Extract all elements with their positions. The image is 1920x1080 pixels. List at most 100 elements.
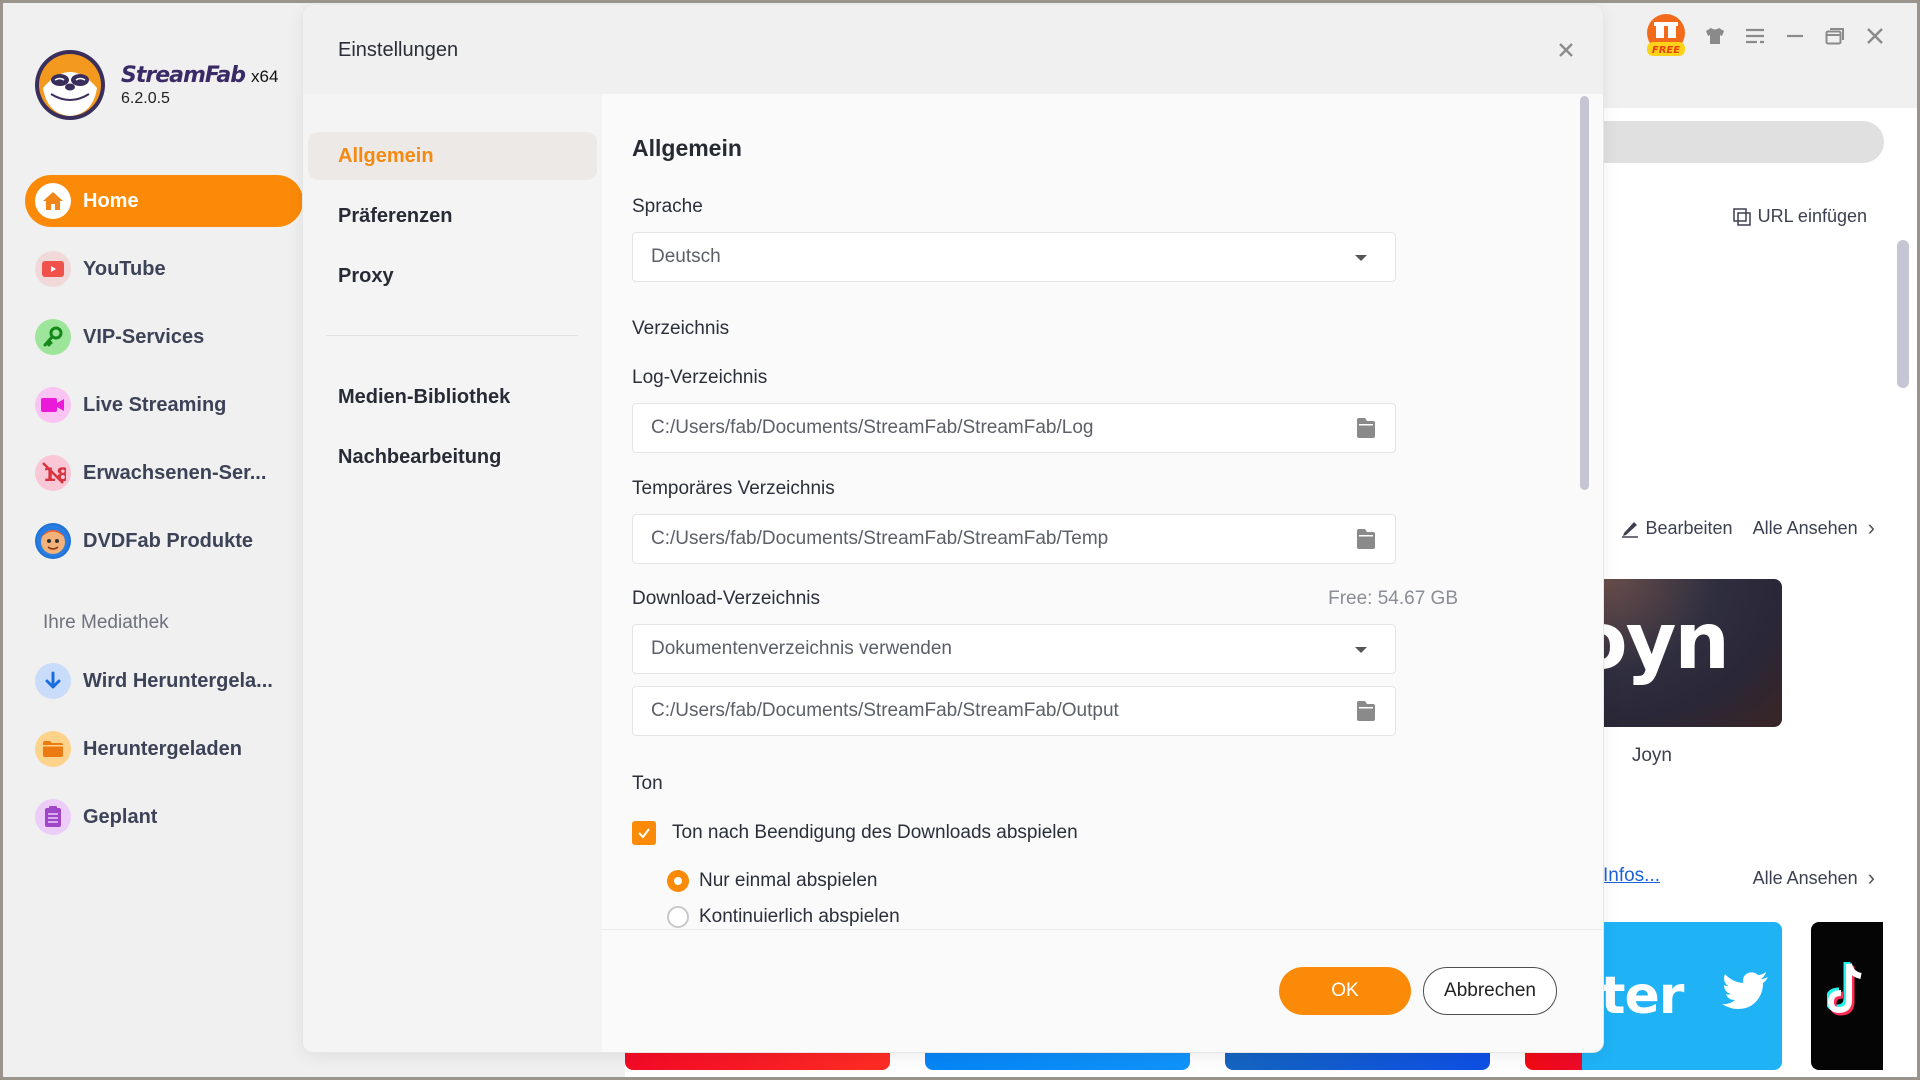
streamfab-sloth-logo-icon [33, 48, 107, 122]
folder-browse-icon[interactable] [1355, 528, 1377, 556]
sidebar-item-home[interactable]: Home [25, 175, 303, 227]
main-scrollbar[interactable] [1897, 240, 1909, 388]
gift-free-icon[interactable]: FREE [1643, 13, 1689, 59]
settings-scrollbar[interactable] [1580, 96, 1589, 490]
folder-browse-icon[interactable] [1355, 417, 1377, 445]
minimize-icon[interactable] [1775, 16, 1815, 56]
sidebar-item-live-streaming[interactable]: Live Streaming [25, 379, 303, 431]
view-all-link[interactable]: Alle Ansehen [1753, 518, 1858, 539]
settings-tab-praeferenzen[interactable]: Präferenzen [308, 192, 597, 240]
sidebar-item-label: DVDFab Produkte [83, 529, 254, 552]
radio-button-selected[interactable] [667, 870, 689, 892]
dialog-close-icon[interactable] [1551, 35, 1581, 65]
service-tile[interactable] [625, 1050, 890, 1070]
chevron-down-icon [1355, 647, 1367, 653]
tiktok-tile[interactable] [1811, 922, 1883, 1070]
joyn-label: Joyn [1631, 745, 1672, 766]
settings-tab-nachbearbeitung[interactable]: Nachbearbeitung [308, 433, 597, 481]
paste-url-icon [1732, 207, 1751, 226]
directory-title: Verzeichnis [632, 318, 730, 339]
language-label: Sprache [632, 196, 703, 217]
settings-tab-proxy[interactable]: Proxy [308, 252, 597, 300]
chevron-down-icon [1355, 255, 1367, 261]
settings-scroll-area: Allgemein Sprache Deutsch Verzeichnis Lo… [602, 94, 1603, 929]
play-sound-checkbox-row[interactable]: Ton nach Beendigung des Downloads abspie… [632, 821, 1078, 845]
key-icon [35, 319, 71, 355]
brand: StreamFab x64 6.2.0.5 [33, 45, 278, 125]
download-dir-field[interactable]: C:/Users/fab/Documents/StreamFab/StreamF… [632, 686, 1396, 736]
joyn-tile[interactable]: oyn [1582, 579, 1782, 727]
sidebar: StreamFab x64 6.2.0.5 Home YouTube VIP-S… [3, 3, 303, 1077]
folder-icon [35, 731, 71, 767]
nav-divider [326, 335, 578, 336]
sidebar-item-dvdfab-products[interactable]: DVDFab Produkte [25, 515, 303, 567]
sidebar-item-vip-services[interactable]: VIP-Services [25, 311, 303, 363]
window-controls: FREE [1643, 13, 1895, 59]
settings-content: Allgemein Sprache Deutsch Verzeichnis Lo… [602, 94, 1603, 1052]
sidebar-item-label: Geplant [83, 805, 158, 828]
url-insert-button[interactable]: URL einfügen [1732, 206, 1867, 227]
dialog-header: Einstellungen [303, 5, 1603, 94]
title-bar: FREE [1557, 3, 1917, 108]
close-icon[interactable] [1855, 16, 1895, 56]
service-tile[interactable] [925, 1050, 1190, 1070]
url-insert-label: URL einfügen [1757, 206, 1867, 226]
sidebar-item-label: VIP-Services [83, 325, 205, 348]
library-section-title: Ihre Mediathek [43, 612, 169, 633]
no-18-icon: 18 [35, 455, 71, 491]
settings-tab-medien-bibliothek[interactable]: Medien-Bibliothek [308, 373, 597, 421]
settings-nav: Allgemein Präferenzen Proxy Medien-Bibli… [303, 94, 602, 1052]
infos-link[interactable]: Infos... [1603, 865, 1660, 887]
sidebar-item-label: Heruntergeladen [83, 737, 242, 760]
language-select[interactable]: Deutsch [632, 232, 1396, 282]
sidebar-item-downloaded[interactable]: Heruntergeladen [25, 723, 303, 775]
log-dir-field[interactable]: C:/Users/fab/Documents/StreamFab/StreamF… [632, 403, 1396, 453]
twitter-tile[interactable]: itter [1582, 922, 1782, 1070]
sidebar-item-label: Erwachsenen-Ser... [83, 461, 267, 484]
restore-icon[interactable] [1815, 16, 1855, 56]
chevron-right-icon[interactable]: › [1868, 865, 1875, 891]
edit-button[interactable]: Bearbeiten [1620, 518, 1733, 539]
sidebar-item-youtube[interactable]: YouTube [25, 243, 303, 295]
footer-divider [602, 929, 1603, 930]
sidebar-item-label: Live Streaming [83, 393, 227, 416]
ok-button[interactable]: OK [1279, 967, 1411, 1015]
temp-dir-field[interactable]: C:/Users/fab/Documents/StreamFab/StreamF… [632, 514, 1396, 564]
sidebar-nav: Home YouTube VIP-Services Live Streaming [3, 175, 303, 583]
app-name: StreamFab [121, 62, 246, 88]
download-dir-value: C:/Users/fab/Documents/StreamFab/StreamF… [651, 700, 1119, 721]
section-title: Allgemein [632, 135, 742, 161]
sidebar-item-adult-services[interactable]: 18 Erwachsenen-Ser... [25, 447, 303, 499]
radio-button[interactable] [667, 906, 689, 928]
joyn-logo-text: oyn [1582, 597, 1730, 687]
radio-play-once[interactable]: Nur einmal abspielen [667, 870, 878, 892]
sound-title: Ton [632, 773, 663, 794]
settings-tab-allgemein[interactable]: Allgemein [308, 132, 597, 180]
chevron-right-icon[interactable]: › [1868, 515, 1875, 541]
folder-browse-icon[interactable] [1355, 700, 1377, 728]
sidebar-item-scheduled[interactable]: Geplant [25, 791, 303, 843]
service-tile[interactable] [1225, 1050, 1490, 1070]
download-dir-mode-select[interactable]: Dokumentenverzeichnis verwenden [632, 624, 1396, 674]
view-all-link[interactable]: Alle Ansehen [1753, 868, 1858, 889]
search-input[interactable] [1584, 121, 1884, 163]
dvdfab-mascot-icon [35, 523, 71, 559]
dialog-title: Einstellungen [338, 39, 459, 61]
settings-dialog: Einstellungen Allgemein Präferenzen Prox… [303, 5, 1603, 1052]
cancel-button[interactable]: Abbrechen [1423, 967, 1557, 1015]
radio-play-continuous[interactable]: Kontinuierlich abspielen [667, 906, 900, 928]
tshirt-skin-icon[interactable] [1695, 16, 1735, 56]
tiktok-logo-icon [1827, 962, 1862, 1016]
download-arrow-icon [35, 663, 71, 699]
log-dir-value: C:/Users/fab/Documents/StreamFab/StreamF… [651, 417, 1094, 438]
download-dir-label: Download-Verzeichnis [632, 588, 820, 609]
home-icon [35, 183, 71, 219]
app-arch: x64 [251, 66, 279, 86]
play-sound-label: Ton nach Beendigung des Downloads abspie… [672, 822, 1078, 843]
play-sound-checkbox[interactable] [632, 821, 656, 845]
sidebar-item-downloading[interactable]: Wird Heruntergela... [25, 655, 303, 707]
menu-icon[interactable] [1735, 16, 1775, 56]
library-nav: Wird Heruntergela... Heruntergeladen Gep… [3, 655, 303, 859]
youtube-icon [35, 251, 71, 287]
radio-label: Nur einmal abspielen [699, 870, 878, 891]
